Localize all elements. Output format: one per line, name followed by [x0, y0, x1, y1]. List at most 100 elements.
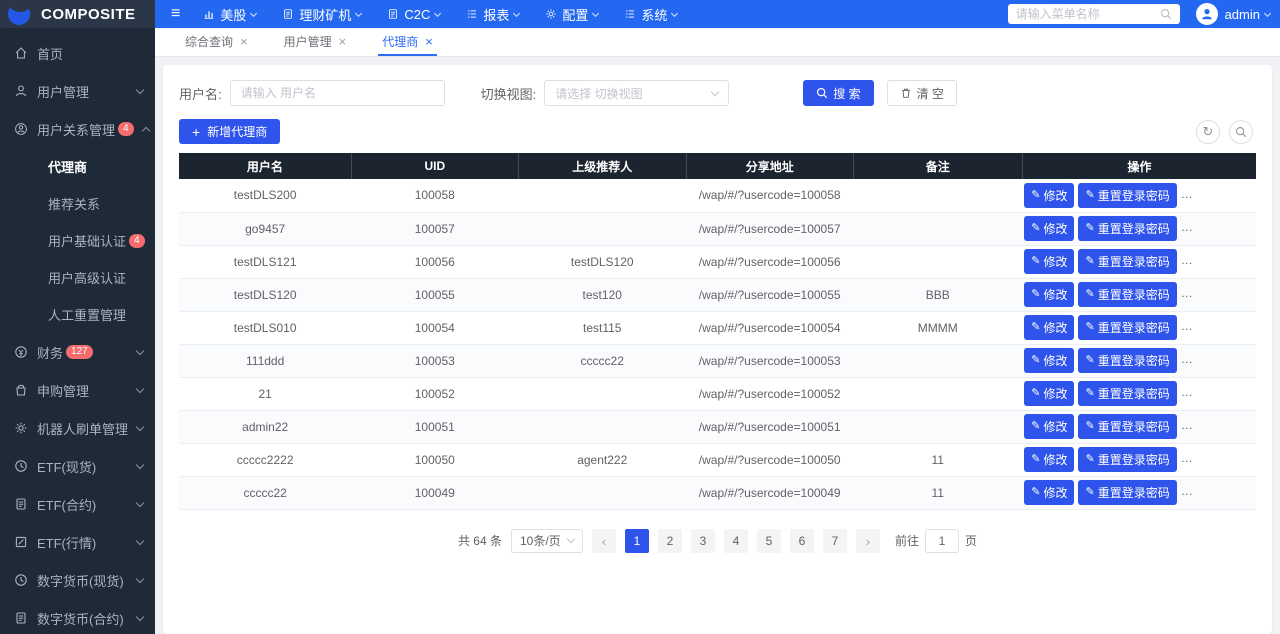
page-size-select[interactable]: 10条/页 [511, 529, 583, 553]
action-button-修改[interactable]: ✎修改 [1024, 249, 1074, 274]
action-button-重置登录密码[interactable]: ✎重置登录密码 [1078, 414, 1176, 439]
sidebar-item-text: 数字货币(现货) [37, 571, 124, 590]
page-button-1[interactable]: 1 [625, 529, 649, 553]
sidebar-subitem-用户高级认证[interactable]: 用户高级认证 [0, 259, 155, 296]
sidebar-subitem-人工重置管理[interactable]: 人工重置管理 [0, 296, 155, 333]
action-button-label: 谷歌验证 [1200, 418, 1248, 435]
action-button-label: 修改 [1043, 385, 1067, 402]
edit-icon: ✎ [1031, 421, 1040, 432]
app-logo: COMPOSITE [0, 0, 155, 28]
action-button-修改[interactable]: ✎修改 [1024, 282, 1074, 307]
navbar-menu-C2C[interactable]: C2C [374, 0, 453, 28]
search-button[interactable]: 搜 索 [803, 80, 873, 106]
action-button-label: 重置登录密码 [1098, 319, 1170, 336]
bag-icon [14, 383, 28, 397]
user-avatar[interactable] [1196, 3, 1218, 25]
sidebar-item-用户管理[interactable]: 用户管理 [0, 72, 155, 110]
navbar-menu-理财矿机[interactable]: 理财矿机 [269, 0, 374, 28]
magnifier-icon [1235, 126, 1247, 138]
action-button-修改[interactable]: ✎修改 [1024, 480, 1074, 505]
action-button-重置登录密码[interactable]: ✎重置登录密码 [1078, 480, 1176, 505]
page-button-7[interactable]: 7 [823, 529, 847, 553]
navbar-menu-报表[interactable]: 报表 [453, 0, 532, 28]
tab-综合查询[interactable]: 综合查询× [167, 27, 266, 56]
list-icon [624, 8, 636, 20]
sidebar-item-申购管理[interactable]: 申购管理 [0, 371, 155, 409]
tab-close-icon[interactable]: × [240, 35, 248, 48]
cell-username: 21 [179, 377, 351, 410]
zoom-button[interactable] [1229, 120, 1253, 144]
sidebar-item-label: 用户管理 [37, 82, 128, 101]
action-button-修改[interactable]: ✎修改 [1024, 315, 1074, 340]
sidebar-subitem-代理商[interactable]: 代理商 [0, 148, 155, 185]
sidebar-item-数字货币(现货)[interactable]: 数字货币(现货) [0, 561, 155, 599]
action-button-label: 重置登录密码 [1098, 385, 1170, 402]
page-button-2[interactable]: 2 [658, 529, 682, 553]
action-button-重置登录密码[interactable]: ✎重置登录密码 [1078, 381, 1176, 406]
goto-page-input[interactable] [925, 529, 959, 553]
sidebar-item-机器人刷单管理[interactable]: 机器人刷单管理 [0, 409, 155, 447]
username-label[interactable]: admin [1225, 7, 1260, 22]
sidebar-item-数字货币(合约)[interactable]: 数字货币(合约) [0, 599, 155, 634]
tab-close-icon[interactable]: × [339, 35, 347, 48]
action-button-重置登录密码[interactable]: ✎重置登录密码 [1078, 249, 1176, 274]
cell-actions: ✎修改✎重置登录密码✎谷歌验证 [1022, 344, 1256, 377]
pagination: 共 64 条 10条/页 ‹ 1234567 › 前往 页 [179, 529, 1256, 553]
navbar-menu-配置[interactable]: 配置 [532, 0, 611, 28]
sidebar-subitem-用户基础认证[interactable]: 用户基础认证4 [0, 222, 155, 259]
cell-remark [853, 245, 1022, 278]
next-page-button[interactable]: › [856, 529, 880, 553]
menu-search-input[interactable] [1016, 7, 1154, 21]
sidebar-item-用户关系管理[interactable]: 用户关系管理4 [0, 110, 155, 148]
page-button-3[interactable]: 3 [691, 529, 715, 553]
sidebar-item-ETF(行情)[interactable]: ETF(行情) [0, 523, 155, 561]
sidebar-item-ETF(现货)[interactable]: ETF(现货) [0, 447, 155, 485]
action-button-重置登录密码[interactable]: ✎重置登录密码 [1078, 348, 1176, 373]
action-button-修改[interactable]: ✎修改 [1024, 348, 1074, 373]
prev-page-button[interactable]: ‹ [592, 529, 616, 553]
username-filter-input[interactable] [230, 80, 445, 106]
action-button-修改[interactable]: ✎修改 [1024, 216, 1074, 241]
column-header-备注: 备注 [853, 153, 1022, 179]
sidebar-collapse-icon[interactable]: ≡ [171, 6, 180, 22]
page-button-4[interactable]: 4 [724, 529, 748, 553]
action-button-重置登录密码[interactable]: ✎重置登录密码 [1078, 315, 1176, 340]
action-button-修改[interactable]: ✎修改 [1024, 447, 1074, 472]
action-button-修改[interactable]: ✎修改 [1024, 381, 1074, 406]
view-select[interactable]: 请选择 切换视图 [544, 80, 729, 106]
navbar-menu-美股[interactable]: 美股 [190, 0, 269, 28]
sidebar-subitem-推荐关系[interactable]: 推荐关系 [0, 185, 155, 222]
sidebar-item-ETF(合约)[interactable]: ETF(合约) [0, 485, 155, 523]
cell-remark [853, 410, 1022, 443]
page-button-5[interactable]: 5 [757, 529, 781, 553]
action-button-重置登录密码[interactable]: ✎重置登录密码 [1078, 183, 1176, 208]
refresh-button[interactable]: ↻ [1196, 120, 1220, 144]
action-button-重置登录密码[interactable]: ✎重置登录密码 [1078, 447, 1176, 472]
action-button-重置登录密码[interactable]: ✎重置登录密码 [1078, 216, 1176, 241]
sidebar-item-text: 数字货币(合约) [37, 609, 124, 628]
user-dropdown-chevron-icon[interactable] [1264, 9, 1271, 16]
users-icon [14, 122, 28, 136]
menu-search-box[interactable] [1008, 4, 1180, 24]
action-button-修改[interactable]: ✎修改 [1024, 183, 1074, 208]
cell-actions: ✎修改✎重置登录密码✎谷歌验证 [1022, 278, 1256, 311]
action-button-label: 修改 [1043, 253, 1067, 270]
app-root: COMPOSITE 首页用户管理用户关系管理4代理商推荐关系用户基础认证4 用户高… [0, 0, 1280, 634]
add-agent-button[interactable]: + 新增代理商 [179, 119, 280, 144]
cell-actions: ✎修改✎重置登录密码✎谷歌验证 [1022, 179, 1256, 212]
edit-icon: ✎ [1085, 421, 1094, 432]
clear-button[interactable]: 清 空 [887, 80, 957, 106]
chevron-down-icon [136, 85, 144, 93]
sidebar-item-财务[interactable]: 财务127 [0, 333, 155, 371]
sidebar-item-首页[interactable]: 首页 [0, 34, 155, 72]
action-button-修改[interactable]: ✎修改 [1024, 414, 1074, 439]
action-button-重置登录密码[interactable]: ✎重置登录密码 [1078, 282, 1176, 307]
tab-用户管理[interactable]: 用户管理× [266, 27, 365, 56]
navbar-menu-系统[interactable]: 系统 [611, 0, 690, 28]
tab-代理商[interactable]: 代理商× [364, 27, 451, 56]
cell-uid: 100054 [351, 311, 518, 344]
page-button-6[interactable]: 6 [790, 529, 814, 553]
tab-close-icon[interactable]: × [425, 35, 433, 48]
sidebar-subitem-text: 用户高级认证 [48, 268, 126, 287]
action-button-label: 谷歌验证 [1200, 253, 1248, 270]
